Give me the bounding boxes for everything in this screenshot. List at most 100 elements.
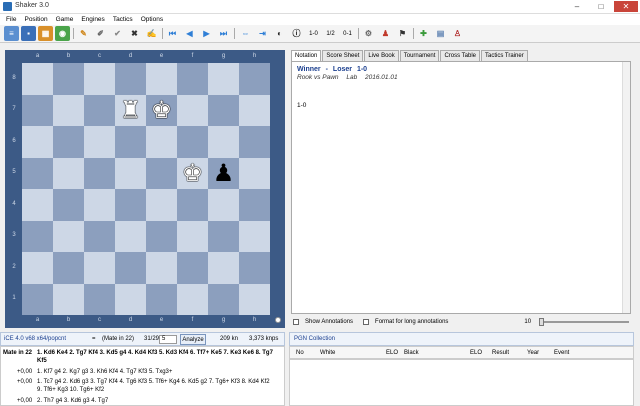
square-c5[interactable] <box>84 157 115 189</box>
previous-move-icon[interactable]: ◀ <box>182 26 197 41</box>
square-g8[interactable] <box>208 63 239 95</box>
square-g6[interactable] <box>208 126 239 158</box>
analysis-panel[interactable]: Mate in 22 1. Kd6 Ke4 2. Tg7 Kf4 3. Kd5 … <box>0 346 285 406</box>
column-header[interactable]: Event <box>554 350 569 356</box>
square-d2[interactable] <box>115 252 146 284</box>
square-a8[interactable] <box>22 63 53 95</box>
square-c4[interactable] <box>84 189 115 221</box>
square-d8[interactable] <box>115 63 146 95</box>
square-g3[interactable] <box>208 220 239 252</box>
square-b6[interactable] <box>53 126 84 158</box>
menu-position[interactable]: Position <box>24 16 47 23</box>
square-a2[interactable] <box>22 252 53 284</box>
square-h8[interactable] <box>239 63 270 95</box>
settings-gear-icon[interactable]: ⚙ <box>361 26 376 41</box>
square-c3[interactable] <box>84 220 115 252</box>
square-g5[interactable]: ♟ <box>208 157 239 189</box>
square-f2[interactable] <box>177 252 208 284</box>
flip-board-icon[interactable]: ⇔ <box>238 26 253 41</box>
square-h7[interactable] <box>239 94 270 126</box>
next-move-icon[interactable]: ▶ <box>199 26 214 41</box>
annotation-size-slider[interactable] <box>539 317 630 326</box>
tab-cross-table[interactable]: Cross Table <box>440 50 481 61</box>
square-f8[interactable] <box>177 63 208 95</box>
square-h4[interactable] <box>239 189 270 221</box>
square-h5[interactable] <box>239 157 270 189</box>
engine-name[interactable]: iCE 4.0 v68 x64/popcnt <box>4 336 66 342</box>
square-h3[interactable] <box>239 220 270 252</box>
export-icon[interactable]: ⇥ <box>255 26 270 41</box>
square-b5[interactable] <box>53 157 84 189</box>
black-wins-button[interactable]: 0-1 <box>340 26 355 41</box>
square-c6[interactable] <box>84 126 115 158</box>
square-f3[interactable] <box>177 220 208 252</box>
square-f1[interactable] <box>177 283 208 315</box>
square-d6[interactable] <box>115 126 146 158</box>
document-icon[interactable]: ▤ <box>433 26 448 41</box>
minimize-button[interactable]: – <box>566 1 588 12</box>
tab-notation[interactable]: Notation <box>291 50 322 61</box>
square-a1[interactable] <box>22 283 53 315</box>
square-d4[interactable] <box>115 189 146 221</box>
draw-button[interactable]: 1/2 <box>323 26 338 41</box>
menu-file[interactable]: File <box>6 16 16 23</box>
chess-piece-d7[interactable]: ♜ <box>120 98 142 122</box>
column-header[interactable]: No <box>296 350 304 356</box>
first-move-icon[interactable]: ⏮ <box>165 26 180 41</box>
chess-piece-e7[interactable]: ♚ <box>151 98 173 122</box>
square-c8[interactable] <box>84 63 115 95</box>
menu-tactics[interactable]: Tactics <box>113 16 133 23</box>
comment-icon[interactable]: ✍ <box>144 26 159 41</box>
menu-engines[interactable]: Engines <box>81 16 105 23</box>
slider-thumb[interactable] <box>539 317 545 326</box>
square-e4[interactable] <box>146 189 177 221</box>
last-move-icon[interactable]: ⏭ <box>216 26 231 41</box>
square-b7[interactable] <box>53 94 84 126</box>
square-b2[interactable] <box>53 252 84 284</box>
square-a6[interactable] <box>22 126 53 158</box>
show-annotations-checkbox[interactable] <box>293 318 299 325</box>
square-b1[interactable] <box>53 283 84 315</box>
square-d1[interactable] <box>115 283 146 315</box>
square-a7[interactable] <box>22 94 53 126</box>
chess-piece-g5[interactable]: ♟ <box>213 161 235 185</box>
column-header[interactable]: Result <box>492 350 509 356</box>
square-f5[interactable]: ♚ <box>177 157 208 189</box>
flag-icon[interactable]: ⚑ <box>395 26 410 41</box>
maximize-button[interactable]: □ <box>590 1 612 12</box>
square-f6[interactable] <box>177 126 208 158</box>
square-h6[interactable] <box>239 126 270 158</box>
analyze-button[interactable]: Analyze <box>180 334 206 345</box>
menu-options[interactable]: Options <box>141 16 163 23</box>
square-c1[interactable] <box>84 283 115 315</box>
tab-score-sheet[interactable]: Score Sheet <box>322 50 364 61</box>
square-e8[interactable] <box>146 63 177 95</box>
check-icon[interactable]: ✔ <box>110 26 125 41</box>
column-header[interactable]: White <box>320 350 335 356</box>
square-d7[interactable]: ♜ <box>115 94 146 126</box>
white-wins-button[interactable]: 1-0 <box>306 26 321 41</box>
puzzle-icon[interactable]: ✚ <box>416 26 431 41</box>
close-button[interactable]: ✕ <box>614 1 638 12</box>
square-b8[interactable] <box>53 63 84 95</box>
players-icon[interactable]: ♟ <box>378 26 393 41</box>
info-icon[interactable]: ⓘ <box>289 26 304 41</box>
square-b3[interactable] <box>53 220 84 252</box>
square-a3[interactable] <box>22 220 53 252</box>
lines-spinner[interactable]: 5 <box>159 335 177 344</box>
square-a4[interactable] <box>22 189 53 221</box>
square-e6[interactable] <box>146 126 177 158</box>
notation-scrollbar[interactable] <box>622 62 630 313</box>
square-e7[interactable]: ♚ <box>146 94 177 126</box>
square-g1[interactable] <box>208 283 239 315</box>
square-f7[interactable] <box>177 94 208 126</box>
square-g4[interactable] <box>208 189 239 221</box>
database-icon[interactable]: ◉ <box>55 26 70 41</box>
square-b4[interactable] <box>53 189 84 221</box>
player-red-icon[interactable]: ♙ <box>450 26 465 41</box>
pencil-icon[interactable]: ✎ <box>76 26 91 41</box>
square-a5[interactable] <box>22 157 53 189</box>
new-game-icon[interactable]: ≡ <box>4 26 19 41</box>
square-f4[interactable] <box>177 189 208 221</box>
square-d3[interactable] <box>115 220 146 252</box>
